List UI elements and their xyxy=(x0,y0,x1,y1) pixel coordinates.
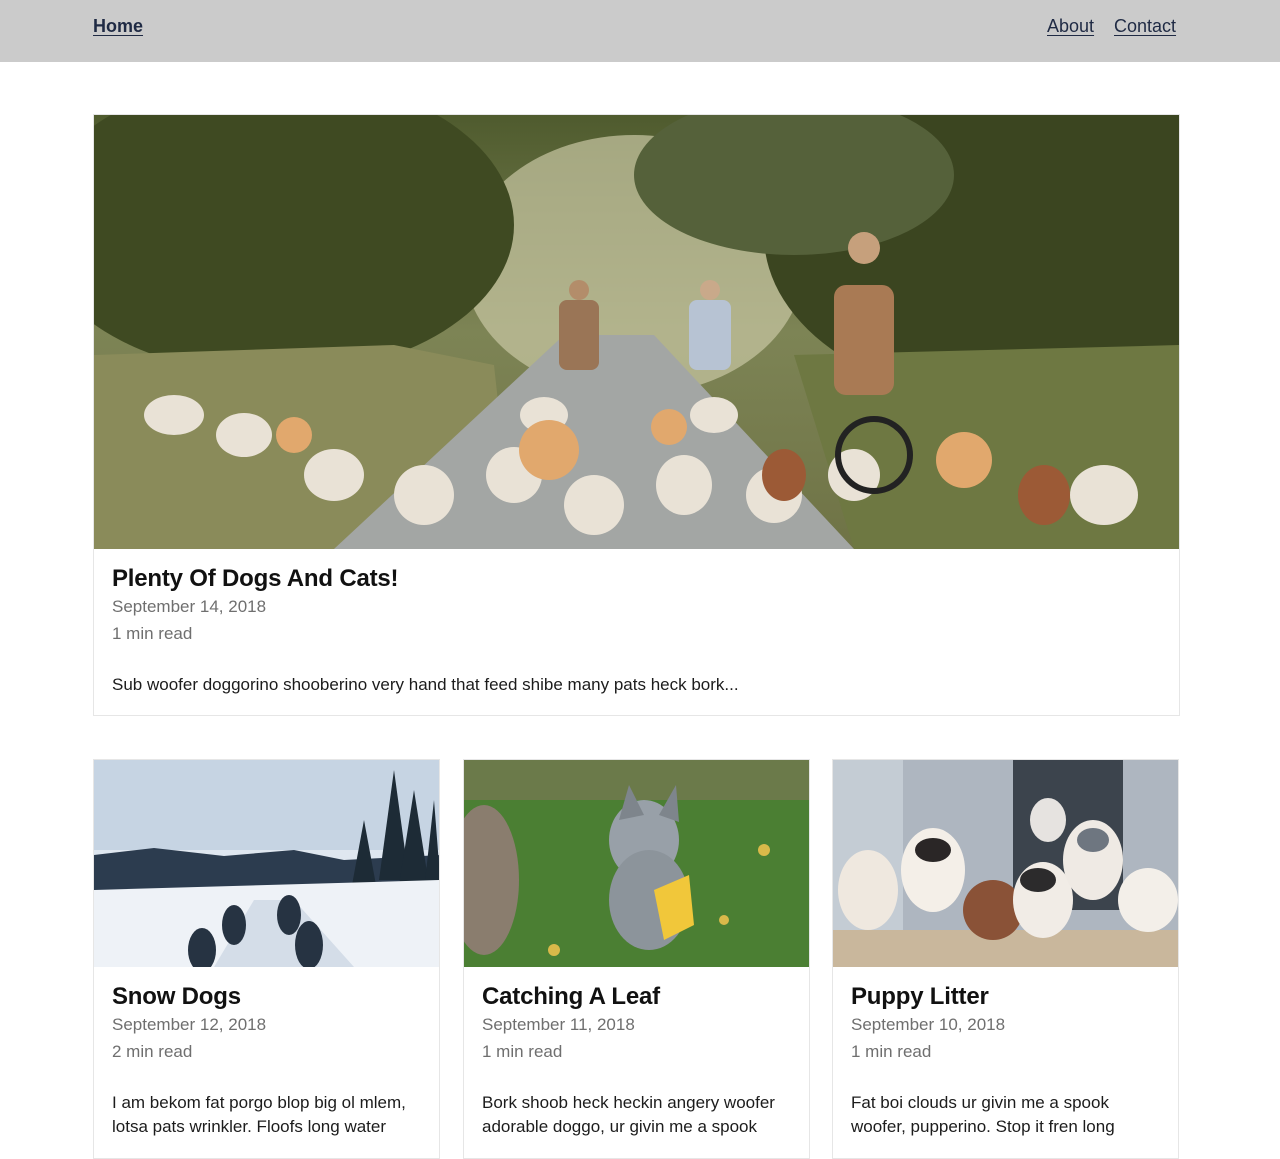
featured-post-body: Plenty Of Dogs And Cats! September 14, 2… xyxy=(112,565,1161,697)
post-body: Snow Dogs September 12, 2018 2 min read … xyxy=(112,983,421,1139)
post-read-time: 1 min read xyxy=(482,1042,563,1061)
post-read-time: 2 min read xyxy=(112,1042,193,1061)
post-body: Puppy Litter September 10, 2018 1 min re… xyxy=(851,983,1160,1139)
featured-post-card[interactable]: Plenty Of Dogs And Cats! September 14, 2… xyxy=(93,114,1180,716)
post-image[interactable] xyxy=(464,760,809,967)
post-excerpt: Fat boi clouds ur givin me a spook woofe… xyxy=(851,1093,1115,1136)
post-body: Catching A Leaf September 11, 2018 1 min… xyxy=(482,983,791,1139)
post-date: September 14, 2018 xyxy=(112,597,267,616)
post-card-puppy-litter[interactable]: Puppy Litter September 10, 2018 1 min re… xyxy=(832,759,1179,1159)
post-title[interactable]: Puppy Litter xyxy=(851,983,1160,1011)
nav-link-contact[interactable]: Contact xyxy=(1114,16,1176,37)
post-title[interactable]: Catching A Leaf xyxy=(482,983,791,1011)
top-navigation: Home About Contact xyxy=(0,0,1280,62)
post-read-time: 1 min read xyxy=(851,1042,932,1061)
featured-post-image[interactable] xyxy=(94,115,1179,549)
post-date: September 11, 2018 xyxy=(482,1015,635,1034)
post-card-catching-a-leaf[interactable]: Catching A Leaf September 11, 2018 1 min… xyxy=(463,759,810,1159)
post-title[interactable]: Snow Dogs xyxy=(112,983,421,1011)
nav-link-home[interactable]: Home xyxy=(93,16,143,37)
post-image[interactable] xyxy=(94,760,439,967)
post-image[interactable] xyxy=(833,760,1178,967)
post-date: September 10, 2018 xyxy=(851,1015,1006,1034)
post-excerpt: Bork shoob heck heckin angery woofer ado… xyxy=(482,1093,775,1136)
post-excerpt: Sub woofer doggorino shooberino very han… xyxy=(112,675,739,694)
post-excerpt: I am bekom fat porgo blop big ol mlem, l… xyxy=(112,1093,406,1136)
post-card-snow-dogs[interactable]: Snow Dogs September 12, 2018 2 min read … xyxy=(93,759,440,1159)
post-read-time: 1 min read xyxy=(112,624,193,643)
nav-link-about[interactable]: About xyxy=(1047,16,1094,37)
post-date: September 12, 2018 xyxy=(112,1015,267,1034)
post-title[interactable]: Plenty Of Dogs And Cats! xyxy=(112,565,1161,593)
